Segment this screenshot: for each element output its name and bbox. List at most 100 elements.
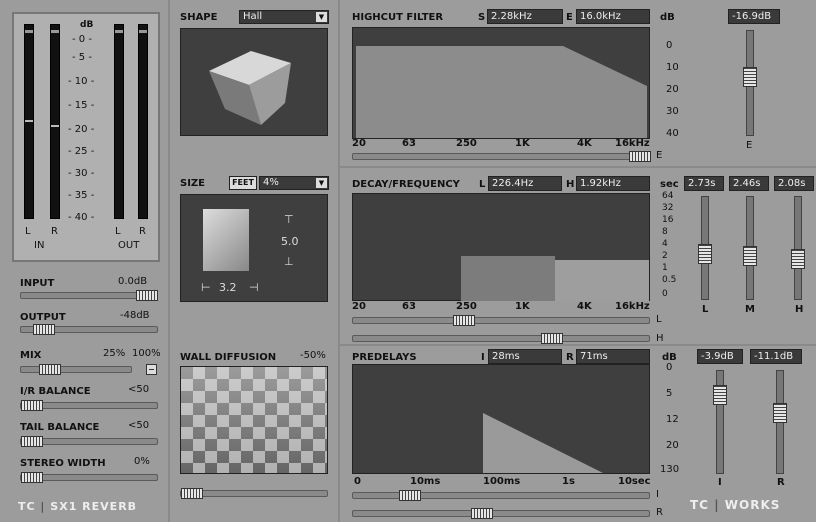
decay-tick-64: 64 bbox=[662, 191, 674, 201]
ir-balance-slider[interactable] bbox=[20, 400, 158, 411]
predelay-i-gain-label: I bbox=[718, 477, 722, 488]
mix-slider[interactable] bbox=[20, 364, 132, 375]
decay-tick-1: 1 bbox=[662, 263, 668, 273]
tail-balance-slider[interactable] bbox=[20, 436, 158, 447]
predelay-r-label: R bbox=[566, 352, 574, 363]
ir-balance-knob[interactable] bbox=[21, 400, 43, 411]
predelay-i-knob[interactable] bbox=[399, 490, 421, 501]
chevron-down-icon[interactable]: ▼ bbox=[316, 178, 327, 188]
decay-l-knob[interactable] bbox=[453, 315, 475, 326]
decay-l-label: L bbox=[479, 179, 486, 190]
highcut-gain-value[interactable]: -16.9dB bbox=[728, 9, 780, 24]
highcut-gain-label: E bbox=[746, 140, 753, 151]
mix-100-checkbox[interactable] bbox=[146, 364, 157, 375]
predelay-r-value[interactable]: 71ms bbox=[576, 349, 650, 364]
highcut-gain-knob[interactable] bbox=[743, 67, 757, 87]
brand-right: TC | WORKS bbox=[690, 498, 781, 512]
highcut-gain-slider[interactable] bbox=[743, 30, 757, 136]
mix-label: MIX bbox=[20, 350, 42, 361]
highcut-freq-16k: 16kHz bbox=[615, 138, 650, 149]
predelays-label: PREDELAYS bbox=[352, 352, 417, 363]
size-label: SIZE bbox=[180, 178, 206, 189]
decay-low-slider[interactable] bbox=[698, 196, 712, 300]
output-value: -48dB bbox=[120, 310, 150, 321]
meter-db-label: dB bbox=[80, 20, 94, 30]
stereo-width-value: 0% bbox=[134, 456, 150, 467]
decay-freq-250: 250 bbox=[456, 301, 477, 312]
highcut-e-label: E bbox=[566, 12, 573, 23]
decay-mid-slider[interactable] bbox=[743, 196, 757, 300]
meter-scale-10: - 10 - bbox=[68, 76, 95, 87]
meter-in-l-label: L bbox=[25, 226, 31, 237]
wall-diffusion-knob[interactable] bbox=[181, 488, 203, 499]
highcut-db-label: dB bbox=[660, 12, 675, 23]
highcut-e-knob[interactable] bbox=[629, 151, 651, 162]
size-preview: ⊤ 5.0 ⊥ ⊢ 3.2 ⊣ bbox=[180, 194, 328, 302]
output-slider[interactable] bbox=[20, 324, 158, 335]
decay-graph bbox=[352, 193, 650, 301]
decay-tick-8: 8 bbox=[662, 227, 668, 237]
meter-scale-0: - 0 - bbox=[72, 34, 92, 45]
brand-sx1: SX1 REVERB bbox=[50, 500, 138, 513]
predelay-i-slider[interactable] bbox=[352, 490, 650, 501]
highcut-s-value[interactable]: 2.28kHz bbox=[487, 9, 563, 24]
decay-tick-0: 0 bbox=[662, 289, 668, 299]
decay-low-knob[interactable] bbox=[698, 244, 712, 264]
predelay-db-12: 12 bbox=[666, 414, 679, 425]
decay-mid-value[interactable]: 2.46s bbox=[729, 176, 769, 191]
meters-panel: dB - 0 - - 5 - - 10 - - 15 - - 20 - - 25… bbox=[12, 12, 160, 262]
stereo-width-slider[interactable] bbox=[20, 472, 158, 483]
predelay-i-label: I bbox=[481, 352, 485, 363]
predelay-i-gain-slider[interactable] bbox=[713, 370, 727, 474]
predelay-db-130: 130 bbox=[660, 464, 680, 475]
tail-balance-value: <50 bbox=[128, 420, 150, 431]
predelay-i-gain-value[interactable]: -3.9dB bbox=[697, 349, 743, 364]
predelay-r-gain-value[interactable]: -11.1dB bbox=[750, 349, 802, 364]
predelay-r-knob[interactable] bbox=[471, 508, 493, 519]
mix-slider-knob[interactable] bbox=[39, 364, 61, 375]
input-slider-knob[interactable] bbox=[136, 290, 158, 301]
predelay-r-gain-label: R bbox=[777, 477, 785, 488]
shape-dropdown[interactable]: Hall ▼ bbox=[239, 10, 329, 24]
predelay-i-value[interactable]: 28ms bbox=[488, 349, 562, 364]
decay-high-knob[interactable] bbox=[791, 249, 805, 269]
predelay-r-slider[interactable] bbox=[352, 508, 650, 519]
stereo-width-knob[interactable] bbox=[21, 472, 43, 483]
decay-mid-knob[interactable] bbox=[743, 246, 757, 266]
output-label: OUTPUT bbox=[20, 312, 66, 323]
size-dropdown[interactable]: 4% ▼ bbox=[259, 176, 329, 190]
predelay-i-gain-knob[interactable] bbox=[713, 385, 727, 405]
size-height-value: 5.0 bbox=[281, 235, 299, 248]
meter-scale-20: - 20 - bbox=[68, 124, 95, 135]
decay-l-slider[interactable] bbox=[352, 315, 650, 326]
width-arrow-left: ⊢ bbox=[201, 281, 211, 294]
height-arrow-top: ⊤ bbox=[284, 213, 294, 226]
tail-balance-label: TAIL BALANCE bbox=[20, 422, 100, 433]
predelay-slider-i-label: I bbox=[656, 489, 659, 500]
cube-icon bbox=[209, 51, 291, 125]
shape-selected: Hall bbox=[243, 11, 263, 22]
input-slider[interactable] bbox=[20, 290, 158, 301]
tail-balance-knob[interactable] bbox=[21, 436, 43, 447]
highcut-e-slider[interactable] bbox=[352, 151, 651, 162]
highcut-db-40: 40 bbox=[666, 128, 679, 139]
chevron-down-icon[interactable]: ▼ bbox=[316, 12, 327, 22]
predelay-r-gain-knob[interactable] bbox=[773, 403, 787, 423]
decay-high-slider[interactable] bbox=[791, 196, 805, 300]
output-slider-knob[interactable] bbox=[33, 324, 55, 335]
decay-h-knob[interactable] bbox=[541, 333, 563, 344]
decay-l-value[interactable]: 226.4Hz bbox=[488, 176, 562, 191]
decay-high-value[interactable]: 2.08s bbox=[774, 176, 814, 191]
meter-in-label: IN bbox=[34, 240, 45, 251]
meter-scale-35: - 35 - bbox=[68, 190, 95, 201]
feet-toggle[interactable]: FEET bbox=[229, 176, 257, 190]
decay-h-slider[interactable] bbox=[352, 333, 650, 344]
highcut-e-value[interactable]: 16.0kHz bbox=[576, 9, 650, 24]
predelay-r-gain-slider[interactable] bbox=[773, 370, 787, 474]
decay-low-value[interactable]: 2.73s bbox=[684, 176, 724, 191]
decay-h-value[interactable]: 1.92kHz bbox=[576, 176, 650, 191]
wall-diffusion-slider[interactable] bbox=[180, 488, 328, 499]
decay-tick-4: 4 bbox=[662, 239, 668, 249]
predelay-slider-r-label: R bbox=[656, 507, 663, 518]
predelay-db-20: 20 bbox=[666, 440, 679, 451]
